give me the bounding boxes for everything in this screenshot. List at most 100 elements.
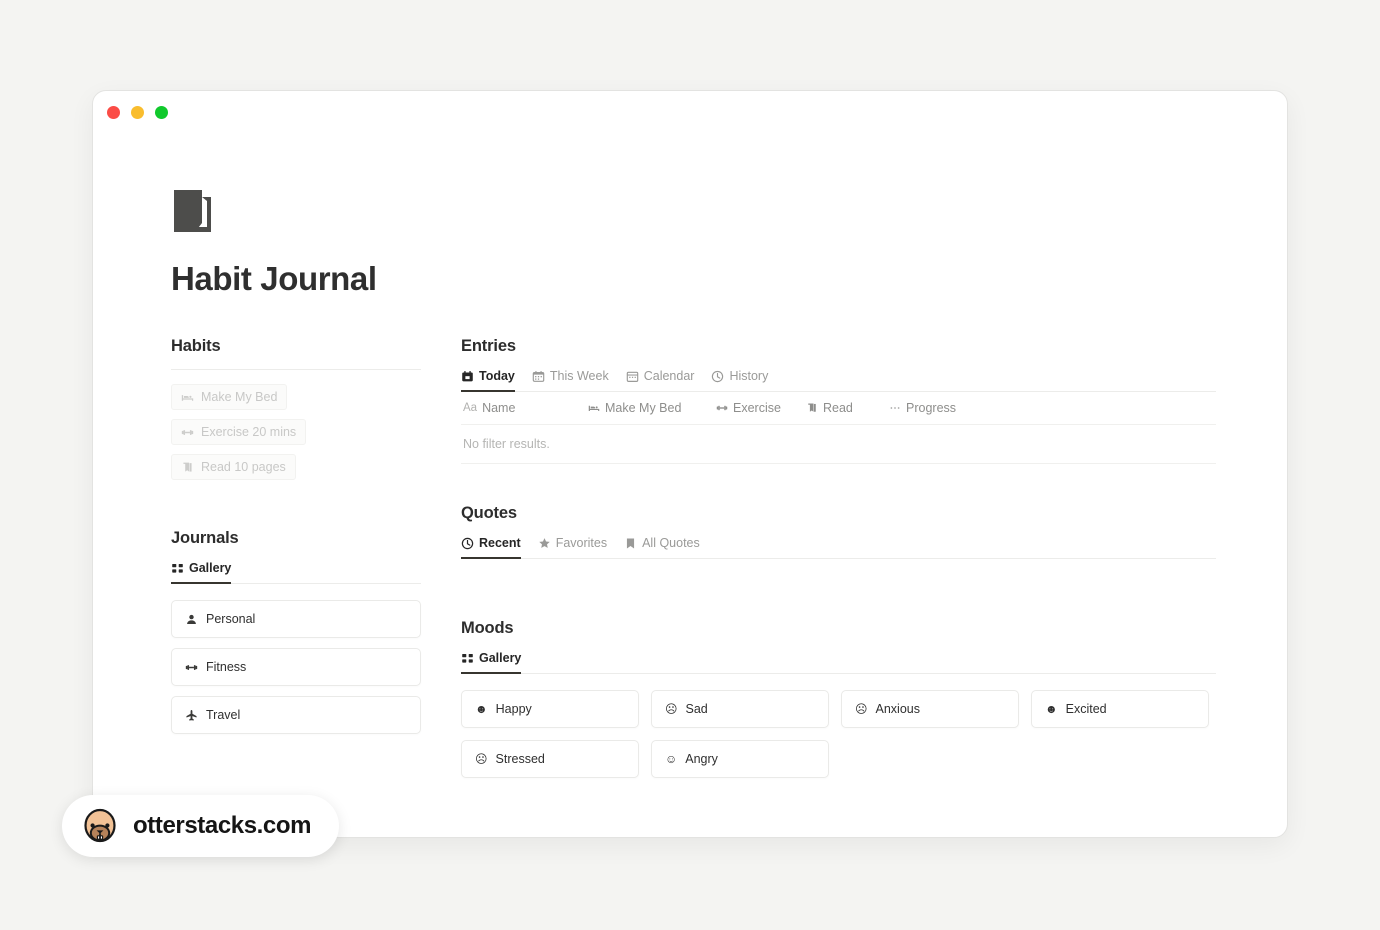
moods-block: Moods Gallery ☻ Happy ☹ Sad ☹ Anxious ☻ … bbox=[461, 619, 1216, 779]
journals-tabbar: Gallery bbox=[171, 561, 421, 585]
column-header-label: Exercise bbox=[733, 401, 781, 416]
quotes-heading: Quotes bbox=[461, 504, 517, 523]
tab-quotes-all-quotes[interactable]: All Quotes bbox=[624, 536, 700, 559]
tab-label: This Week bbox=[549, 369, 609, 384]
tab-label: Gallery bbox=[189, 561, 232, 576]
notebook-icon bbox=[174, 190, 211, 232]
tab-entries-history[interactable]: History bbox=[711, 369, 768, 392]
moods-heading: Moods bbox=[461, 619, 514, 638]
star-icon bbox=[538, 537, 550, 548]
entries-block: Entries Today This Week Calendar History… bbox=[461, 337, 1216, 465]
column-header-name[interactable]: Aa Name bbox=[463, 401, 588, 415]
smiley-angry-icon: ☺ bbox=[665, 752, 678, 767]
left-column: Habits Make My Bed Exercise 20 mins Read… bbox=[171, 337, 421, 774]
dumbbell-icon bbox=[185, 664, 198, 670]
mood-card-anxious[interactable]: ☹ Anxious bbox=[841, 690, 1019, 729]
window-traffic-lights bbox=[107, 106, 168, 119]
moods-card-grid: ☻ Happy ☹ Sad ☹ Anxious ☻ Excited ☹ Stre… bbox=[461, 674, 1216, 779]
entries-heading: Entries bbox=[461, 337, 516, 356]
ellipsis-icon bbox=[890, 407, 900, 410]
tab-journals-gallery[interactable]: Gallery bbox=[171, 561, 232, 585]
moods-tabbar: Gallery bbox=[461, 651, 1216, 675]
airplane-icon bbox=[186, 709, 197, 721]
column-header-read[interactable]: Read bbox=[806, 401, 889, 415]
habit-item-make-my-bed[interactable]: Make My Bed bbox=[171, 384, 288, 411]
journal-card-personal[interactable]: Personal bbox=[171, 600, 421, 639]
journal-card-fitness[interactable]: Fitness bbox=[171, 648, 421, 687]
habit-item-label: Make My Bed bbox=[201, 390, 278, 405]
page-content: Habit Journal Habits Make My Bed Exercis… bbox=[171, 91, 1287, 837]
bookmark-icon bbox=[627, 538, 635, 549]
habit-item-label: Exercise 20 mins bbox=[201, 425, 297, 440]
gallery-icon bbox=[462, 653, 473, 663]
tab-entries-this-week[interactable]: This Week bbox=[532, 369, 609, 392]
tab-label: Calendar bbox=[643, 369, 695, 384]
dumbbell-icon bbox=[716, 406, 728, 411]
entries-tabbar: Today This Week Calendar History bbox=[461, 369, 1216, 393]
smiley-excited-icon: ☻ bbox=[1045, 702, 1058, 717]
mood-card-sad[interactable]: ☹ Sad bbox=[651, 690, 829, 729]
tab-quotes-recent[interactable]: Recent bbox=[461, 536, 521, 560]
mood-card-label: Excited bbox=[1065, 702, 1107, 717]
maximize-window-button[interactable] bbox=[155, 106, 168, 119]
mood-card-label: Stressed bbox=[495, 752, 545, 767]
journal-card-label: Personal bbox=[206, 612, 256, 627]
habits-list: Make My Bed Exercise 20 mins Read 10 pag… bbox=[171, 370, 421, 489]
habit-row: Read 10 pages bbox=[171, 454, 421, 489]
habit-row: Exercise 20 mins bbox=[171, 419, 421, 454]
journal-card-travel[interactable]: Travel bbox=[171, 696, 421, 735]
mood-card-label: Angry bbox=[685, 752, 718, 767]
column-header-label: Make My Bed bbox=[605, 401, 682, 416]
tab-moods-gallery[interactable]: Gallery bbox=[461, 651, 522, 675]
habit-row: Make My Bed bbox=[171, 384, 421, 419]
entries-empty-message: No filter results. bbox=[461, 425, 1216, 465]
tab-label: Recent bbox=[479, 536, 521, 551]
column-header-label: Progress bbox=[906, 401, 957, 416]
entries-table-header: Aa Name Make My Bed Exercise Read Progre… bbox=[461, 392, 1216, 426]
minimize-window-button[interactable] bbox=[131, 106, 144, 119]
column-header-exercise[interactable]: Exercise bbox=[716, 401, 806, 415]
quotes-tabbar: Recent Favorites All Quotes bbox=[461, 536, 1216, 560]
book-icon bbox=[808, 403, 816, 413]
aa-text-icon: Aa bbox=[463, 402, 478, 415]
smiley-happy-icon: ☻ bbox=[475, 702, 488, 717]
tab-entries-today[interactable]: Today bbox=[461, 369, 515, 393]
mood-card-happy[interactable]: ☻ Happy bbox=[461, 690, 639, 729]
watermark-badge: otterstacks.com bbox=[62, 795, 340, 857]
right-column: Entries Today This Week Calendar History… bbox=[461, 337, 1216, 818]
smiley-anxious-icon: ☹ bbox=[855, 702, 868, 717]
quotes-block: Quotes Recent Favorites All Quotes bbox=[461, 504, 1216, 579]
mood-card-label: Happy bbox=[495, 702, 532, 717]
page-title: Habit Journal bbox=[171, 260, 377, 297]
smiley-sad-icon: ☹ bbox=[665, 702, 678, 717]
habit-item-label: Read 10 pages bbox=[201, 460, 286, 475]
clock-icon bbox=[712, 370, 724, 382]
habits-heading: Habits bbox=[171, 337, 221, 356]
app-window: Habit Journal Habits Make My Bed Exercis… bbox=[92, 90, 1288, 838]
mood-card-excited[interactable]: ☻ Excited bbox=[1031, 690, 1209, 729]
content-columns: Habits Make My Bed Exercise 20 mins Read… bbox=[171, 337, 1287, 818]
tab-label: Favorites bbox=[555, 536, 608, 551]
mood-card-angry[interactable]: ☺ Angry bbox=[651, 740, 829, 779]
column-header-make-my-bed[interactable]: Make My Bed bbox=[588, 401, 716, 415]
tab-entries-calendar[interactable]: Calendar bbox=[626, 369, 695, 392]
habit-item-exercise-20-mins[interactable]: Exercise 20 mins bbox=[171, 419, 307, 446]
person-icon bbox=[187, 614, 196, 624]
tab-label: All Quotes bbox=[642, 536, 700, 551]
journals-heading: Journals bbox=[171, 529, 239, 548]
gallery-icon bbox=[172, 563, 183, 573]
bed-icon bbox=[588, 406, 600, 412]
tab-label: Today bbox=[479, 369, 515, 384]
otter-face-icon bbox=[84, 808, 116, 843]
journals-block: Journals Gallery Personal Fitness Travel bbox=[171, 529, 421, 735]
close-window-button[interactable] bbox=[107, 106, 120, 119]
habit-item-read-10-pages[interactable]: Read 10 pages bbox=[171, 454, 296, 481]
tab-label: Gallery bbox=[479, 651, 522, 666]
mood-card-stressed[interactable]: ☹ Stressed bbox=[461, 740, 639, 779]
dumbbell-icon bbox=[181, 429, 194, 435]
column-header-progress[interactable]: Progress bbox=[889, 401, 1009, 415]
book-icon bbox=[183, 462, 192, 472]
quotes-empty-pane bbox=[461, 559, 1216, 579]
tab-quotes-favorites[interactable]: Favorites bbox=[538, 536, 607, 559]
calendar-days-icon bbox=[532, 370, 545, 382]
